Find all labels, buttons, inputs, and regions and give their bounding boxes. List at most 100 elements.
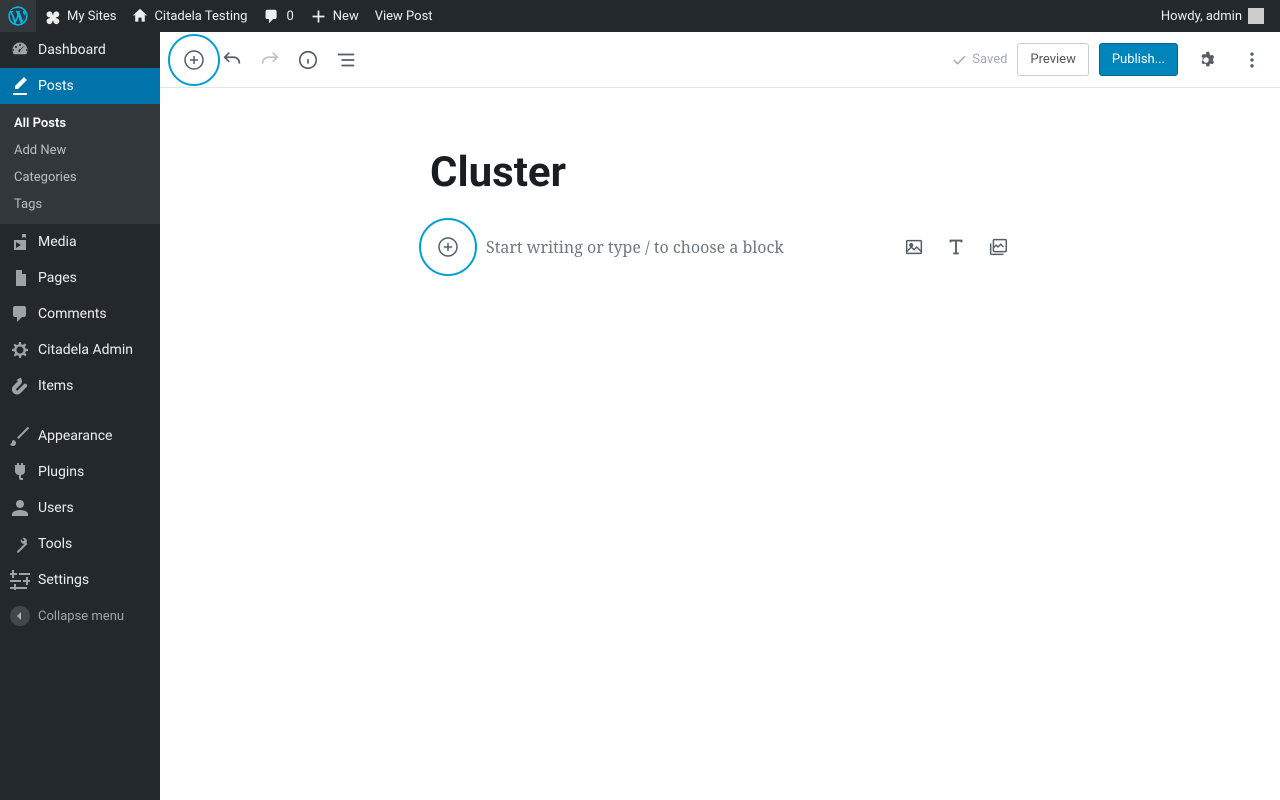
my-sites-link[interactable]: My Sites	[36, 0, 124, 32]
submenu-posts: All Posts Add New Categories Tags	[0, 104, 160, 224]
default-block-appender: Start writing or type / to choose a bloc…	[430, 229, 1010, 265]
menu-dashboard[interactable]: Dashboard	[0, 32, 160, 68]
site-name-label: Citadela Testing	[154, 9, 247, 24]
menu-plugins[interactable]: Plugins	[0, 454, 160, 490]
pin-icon	[10, 76, 30, 96]
menu-pages[interactable]: Pages	[0, 260, 160, 296]
redo-icon	[259, 49, 281, 71]
editor-toolbar: Saved Preview Publish...	[160, 32, 1280, 88]
gear-icon	[10, 340, 30, 360]
avatar	[1248, 8, 1264, 24]
saved-indicator: Saved	[950, 51, 1007, 69]
text-icon	[945, 236, 967, 258]
sliders-icon	[10, 570, 30, 590]
menu-items-label: Items	[38, 378, 73, 394]
saved-label: Saved	[972, 52, 1007, 67]
plus-circle-icon	[436, 235, 460, 259]
menu-posts-label: Posts	[38, 78, 74, 94]
brush-icon	[10, 426, 30, 446]
toolbar-left	[176, 42, 364, 78]
menu-items[interactable]: Items	[0, 368, 160, 404]
gear-icon	[1195, 49, 1217, 71]
pin-icon	[10, 376, 30, 396]
appender-quick-inserter	[902, 235, 1010, 259]
add-block-button[interactable]	[176, 42, 212, 78]
submenu-tags[interactable]: Tags	[0, 191, 160, 218]
media-icon	[10, 232, 30, 252]
more-menu-button[interactable]	[1234, 42, 1270, 78]
admin-sidebar: Dashboard Posts All Posts Add New Catego…	[0, 32, 160, 800]
content-info-button[interactable]	[290, 42, 326, 78]
plus-icon	[310, 8, 327, 25]
undo-button[interactable]	[214, 42, 250, 78]
howdy-label: Howdy, admin	[1161, 9, 1242, 24]
dashboard-icon	[10, 40, 30, 60]
collapse-label: Collapse menu	[38, 609, 124, 624]
admin-bar-right: Howdy, admin	[1153, 8, 1272, 24]
redo-button[interactable]	[252, 42, 288, 78]
post-title: Cluster	[430, 148, 1010, 197]
insert-heading-button[interactable]	[944, 235, 968, 259]
submenu-add-new[interactable]: Add New	[0, 137, 160, 164]
menu-posts[interactable]: Posts	[0, 68, 160, 104]
multisite-icon	[44, 8, 61, 25]
menu-pages-label: Pages	[38, 270, 77, 286]
inline-add-block-button[interactable]	[430, 229, 466, 265]
menu-plugins-label: Plugins	[38, 464, 84, 480]
collapse-menu[interactable]: Collapse menu	[0, 598, 160, 634]
menu-appearance-label: Appearance	[38, 428, 112, 444]
publish-button[interactable]: Publish...	[1099, 43, 1178, 76]
menu-users[interactable]: Users	[0, 490, 160, 526]
plus-circle-icon	[182, 48, 206, 72]
menu-media-label: Media	[38, 234, 77, 250]
new-label: New	[333, 9, 359, 24]
menu-media[interactable]: Media	[0, 224, 160, 260]
block-placeholder[interactable]: Start writing or type / to choose a bloc…	[486, 236, 784, 258]
view-post-link[interactable]: View Post	[367, 0, 441, 32]
submenu-categories[interactable]: Categories	[0, 164, 160, 191]
wp-logo-menu[interactable]	[0, 0, 36, 32]
menu-comments-label: Comments	[38, 306, 107, 322]
my-sites-label: My Sites	[67, 9, 116, 24]
insert-gallery-button[interactable]	[986, 235, 1010, 259]
post-title-wrapper[interactable]: Cluster	[430, 148, 1010, 197]
site-name-link[interactable]: Citadela Testing	[124, 0, 255, 32]
comments-count: 0	[286, 9, 293, 24]
appender-left: Start writing or type / to choose a bloc…	[430, 229, 784, 265]
chevron-left-icon	[10, 606, 30, 626]
menu-users-label: Users	[38, 500, 74, 516]
settings-toggle[interactable]	[1188, 42, 1224, 78]
image-icon	[903, 236, 925, 258]
menu-citadela-label: Citadela Admin	[38, 342, 133, 358]
menu-comments[interactable]: Comments	[0, 296, 160, 332]
submenu-all-posts[interactable]: All Posts	[0, 110, 160, 137]
menu-appearance[interactable]: Appearance	[0, 418, 160, 454]
plugin-icon	[10, 462, 30, 482]
insert-image-button[interactable]	[902, 235, 926, 259]
view-post-label: View Post	[375, 9, 433, 24]
new-link[interactable]: New	[302, 0, 367, 32]
menu-settings-label: Settings	[38, 572, 89, 588]
preview-button[interactable]: Preview	[1017, 43, 1088, 76]
comment-icon	[263, 8, 280, 25]
menu-settings[interactable]: Settings	[0, 562, 160, 598]
editor-body: Cluster Start writing or type / to choos…	[160, 88, 1280, 800]
menu-tools-label: Tools	[38, 536, 72, 552]
menu-citadela[interactable]: Citadela Admin	[0, 332, 160, 368]
gallery-icon	[987, 236, 1009, 258]
menu-dashboard-label: Dashboard	[38, 42, 106, 58]
menu-tools[interactable]: Tools	[0, 526, 160, 562]
outline-icon	[335, 49, 357, 71]
menu-separator	[0, 404, 160, 418]
toolbar-right: Saved Preview Publish...	[950, 42, 1270, 78]
block-navigation-button[interactable]	[328, 42, 364, 78]
admin-bar-left: My Sites Citadela Testing 0 New View Pos…	[0, 0, 441, 32]
comments-link[interactable]: 0	[255, 0, 301, 32]
info-icon	[297, 49, 319, 71]
home-icon	[132, 8, 148, 24]
account-link[interactable]: Howdy, admin	[1153, 8, 1272, 24]
user-icon	[10, 498, 30, 518]
check-icon	[950, 51, 968, 69]
page-icon	[10, 268, 30, 288]
undo-icon	[221, 49, 243, 71]
